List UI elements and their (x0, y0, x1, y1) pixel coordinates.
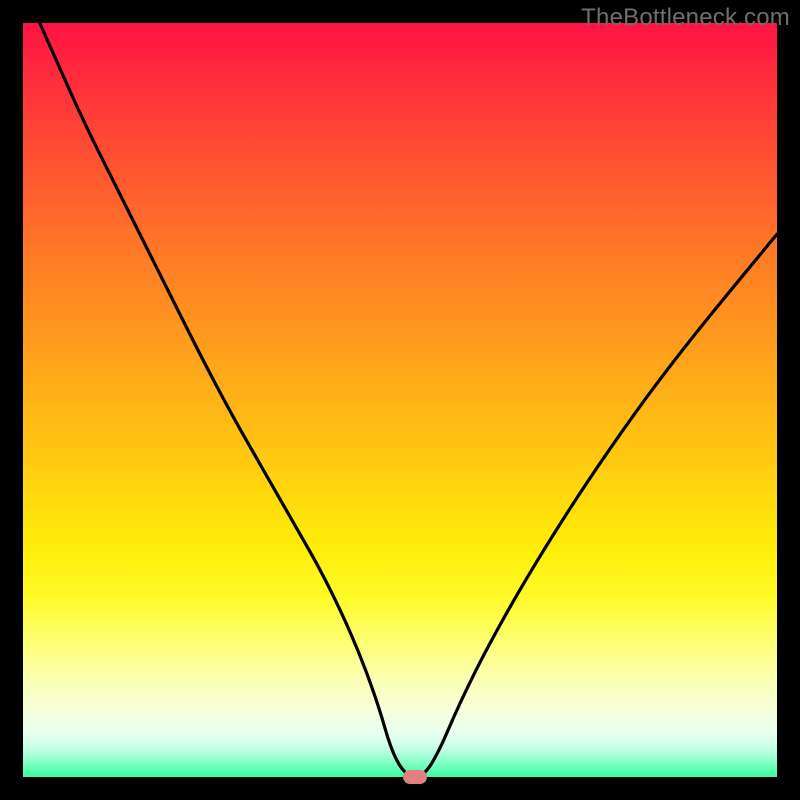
chart-frame: TheBottleneck.com (0, 0, 800, 800)
minimum-marker (403, 770, 427, 784)
chart-curve-layer (23, 23, 777, 777)
bottleneck-curve (23, 0, 777, 777)
